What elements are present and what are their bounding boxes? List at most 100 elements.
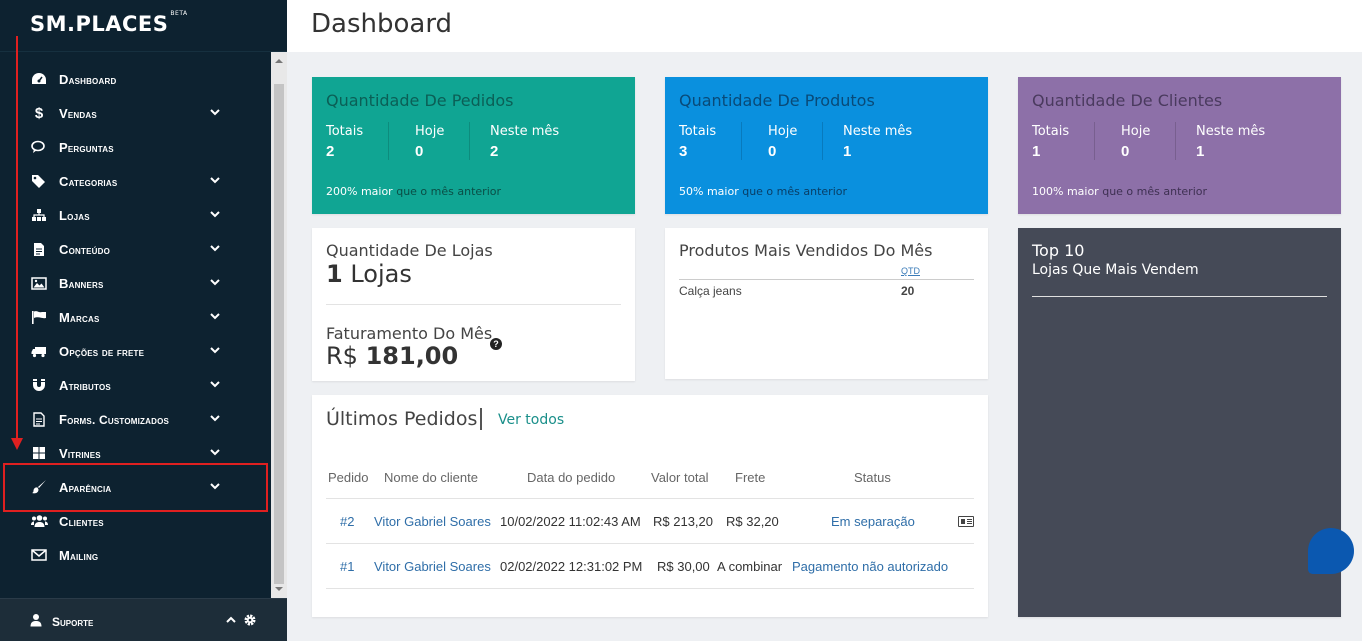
stat-foot-text: que o mês anterior xyxy=(396,185,501,198)
sidebar-item-forms-customizados[interactable]: Forms. Customizados xyxy=(0,402,270,436)
logo-text: SM.PLACES xyxy=(30,12,169,36)
logo[interactable]: SM.PLACES BETA xyxy=(30,10,188,36)
lojas-count-unit: Lojas xyxy=(350,260,412,288)
stat-card-clientes[interactable]: Quantidade De Clientes Totais 1 Hoje 0 N… xyxy=(1018,77,1341,214)
sidebar-item-vendas[interactable]: $ Vendas xyxy=(0,96,270,130)
produtos-vendidos-title: Produtos Mais Vendidos Do Mês xyxy=(679,241,933,260)
sidebar-item-label: Clientes xyxy=(59,514,104,529)
support-label[interactable]: Suporte xyxy=(52,615,93,629)
chat-bubble-icon[interactable] xyxy=(1308,528,1354,574)
stat-card-pedidos[interactable]: Quantidade De Pedidos Totais 2 Hoje 0 Ne… xyxy=(312,77,635,214)
row-divider xyxy=(326,588,974,589)
question-circle-icon[interactable]: ? xyxy=(490,338,502,350)
sidebar-item-banners[interactable]: Banners xyxy=(0,266,270,300)
sidebar-item-categorias[interactable]: Categorias xyxy=(0,164,270,198)
stat-card-produtos[interactable]: Quantidade De Produtos Totais 3 Hoje 0 N… xyxy=(665,77,988,214)
annotation-highlight-box xyxy=(3,463,268,512)
stat-col-neste-mes: Neste mês 1 xyxy=(1196,124,1265,160)
chevron-down-icon xyxy=(210,313,220,320)
scroll-thumb[interactable] xyxy=(274,84,284,584)
stat-value: 0 xyxy=(1121,143,1130,160)
dollar-icon: $ xyxy=(34,104,44,122)
sidebar-item-lojas[interactable]: Lojas xyxy=(0,198,270,232)
sidebar-item-conteudo[interactable]: Conteúdo xyxy=(0,232,270,266)
order-date: 02/02/2022 12:31:02 PM xyxy=(500,559,643,574)
image-icon xyxy=(30,275,48,291)
chevron-down-icon xyxy=(210,211,220,218)
stat-col-totais: Totais 1 xyxy=(1032,124,1069,160)
chevron-down-icon xyxy=(210,381,220,388)
product-name: Calça jeans xyxy=(679,284,742,298)
top-bar: Dashboard xyxy=(287,0,1362,52)
windows-icon xyxy=(30,445,48,461)
users-icon xyxy=(30,513,48,529)
id-card-icon[interactable] xyxy=(958,516,974,527)
lojas-count: 1 Lojas xyxy=(326,260,412,288)
stat-value: 2 xyxy=(490,143,499,160)
stat-value: 1 xyxy=(843,143,852,160)
stat-col-hoje: Hoje 0 xyxy=(415,124,444,160)
column-header-cliente: Nome do cliente xyxy=(384,470,478,485)
row-divider xyxy=(326,543,974,544)
stat-foot-percent: 100% maior xyxy=(1032,185,1099,198)
gear-icon[interactable] xyxy=(243,613,257,627)
order-id-link[interactable]: #2 xyxy=(340,514,354,529)
client-name-link[interactable]: Vitor Gabriel Soares xyxy=(374,514,491,529)
ver-todos-link[interactable]: Ver todos xyxy=(498,412,564,428)
qtd-column-header[interactable]: QTD xyxy=(901,266,920,276)
scroll-down-arrow-icon[interactable] xyxy=(271,582,287,596)
stat-foot-text: que o mês anterior xyxy=(742,185,847,198)
form-icon xyxy=(30,411,48,427)
stat-value: 1 xyxy=(1196,143,1205,160)
truck-icon xyxy=(30,343,48,359)
lojas-count-value: 1 xyxy=(326,260,343,288)
file-icon xyxy=(30,241,48,257)
stat-label: Neste mês xyxy=(490,124,560,139)
annotation-arrow-line xyxy=(16,36,18,440)
stat-divider xyxy=(469,122,470,160)
sidebar-item-marcas[interactable]: Marcas xyxy=(0,300,270,334)
support-bar: Suporte xyxy=(0,598,287,641)
sidebar-item-label: Atributos xyxy=(59,378,111,393)
stat-col-neste-mes: Neste mês 1 xyxy=(843,124,912,160)
user-icon xyxy=(30,613,42,632)
sidebar-item-atributos[interactable]: Atributos xyxy=(0,368,270,402)
dashboard-icon xyxy=(30,71,48,87)
tags-icon xyxy=(30,173,48,189)
stat-footnote: 200% maior que o mês anterior xyxy=(326,185,501,198)
sidebar-scrollbar[interactable] xyxy=(271,52,287,598)
product-qtd: 20 xyxy=(901,284,915,298)
sidebar-item-label: Lojas xyxy=(59,208,90,223)
order-status[interactable]: Em separação xyxy=(831,514,915,529)
scroll-up-arrow-icon[interactable] xyxy=(271,54,287,68)
stat-divider xyxy=(741,122,742,160)
ultimos-pedidos-card: Últimos Pedidos Ver todos Pedido Nome do… xyxy=(312,395,988,617)
sidebar-item-perguntas[interactable]: Perguntas xyxy=(0,130,270,164)
sidebar-item-opcoes-de-frete[interactable]: Opções de frete xyxy=(0,334,270,368)
stat-divider xyxy=(1175,122,1176,160)
faturamento-amount: 181,00 xyxy=(365,342,459,370)
sidebar-item-dashboard[interactable]: Dashboard xyxy=(0,62,270,96)
stat-value: 2 xyxy=(326,143,335,160)
sidebar-item-mailing[interactable]: Mailing xyxy=(0,538,270,572)
beta-badge: BETA xyxy=(170,10,188,17)
envelope-icon xyxy=(30,547,48,563)
client-name-link[interactable]: Vitor Gabriel Soares xyxy=(374,559,491,574)
lojas-card: Quantidade De Lojas 1 Lojas Faturamento … xyxy=(312,228,635,381)
chevron-down-icon xyxy=(210,177,220,184)
stat-title: Quantidade De Clientes xyxy=(1032,91,1223,110)
comments-icon xyxy=(30,139,48,155)
column-header-data: Data do pedido xyxy=(527,470,616,485)
stat-label: Hoje xyxy=(768,124,798,139)
order-status[interactable]: Pagamento não autorizado xyxy=(792,559,948,574)
stat-label: Neste mês xyxy=(1196,124,1266,139)
stat-foot-percent: 200% maior xyxy=(326,185,393,198)
sidebar-item-label: Marcas xyxy=(59,310,100,325)
chevron-up-icon[interactable] xyxy=(225,614,237,626)
stat-label: Hoje xyxy=(1121,124,1151,139)
sitemap-icon xyxy=(30,207,48,223)
divider xyxy=(1032,296,1327,297)
page-title: Dashboard xyxy=(311,9,453,39)
order-id-link[interactable]: #1 xyxy=(340,559,354,574)
stat-title: Quantidade De Pedidos xyxy=(326,91,514,110)
